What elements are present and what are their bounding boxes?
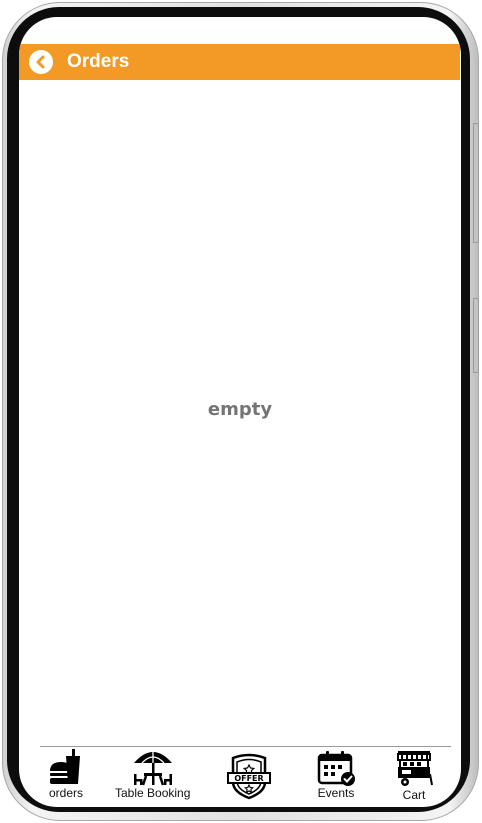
empty-state-message: empty: [207, 399, 273, 420]
page-title: Orders: [67, 51, 130, 72]
chevron-left-circle-icon: [36, 55, 45, 69]
nav-item-events[interactable]: Events: [316, 747, 356, 800]
bottom-nav: orders Table Booking OFFER Events Cart: [19, 747, 461, 807]
burger-drink-icon: [50, 749, 80, 784]
nav-item-table-booking[interactable]: Table Booking: [115, 747, 190, 800]
app-header: Orders: [19, 44, 460, 80]
phone-side-button: [473, 123, 479, 243]
phone-side-button: [473, 298, 479, 373]
nav-label-table-booking: Table Booking: [115, 786, 191, 800]
nav-label-events: Events: [317, 786, 355, 800]
back-button[interactable]: [29, 50, 53, 74]
app-screen: Orders empty orders Table Booking OFFER …: [19, 17, 461, 807]
nav-item-cart[interactable]: Cart: [395, 747, 433, 802]
food-cart-icon: [397, 751, 433, 786]
calendar-check-icon: [317, 751, 355, 786]
offer-badge-text: OFFER: [234, 774, 263, 783]
nav-item-offer[interactable]: OFFER: [225, 747, 273, 800]
umbrella-table-icon: [133, 750, 172, 786]
offer-badge-icon: OFFER: [227, 753, 271, 800]
nav-item-orders[interactable]: orders: [46, 747, 86, 800]
nav-label-cart: Cart: [402, 788, 426, 802]
nav-label-orders: orders: [48, 786, 83, 800]
